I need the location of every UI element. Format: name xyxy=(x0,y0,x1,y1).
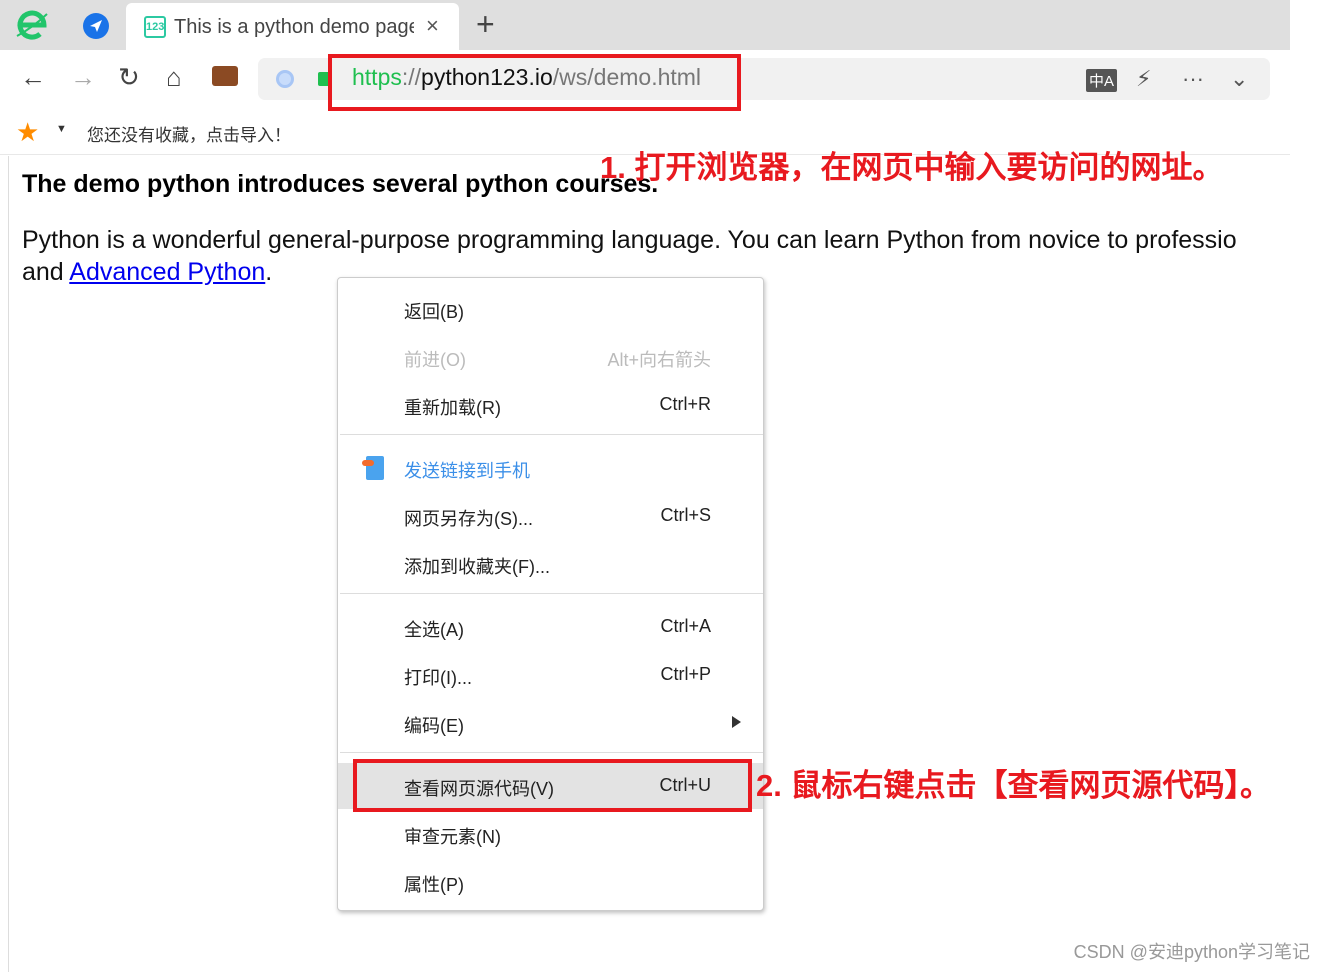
menu-label: 返回(B) xyxy=(404,302,464,322)
para-and: and xyxy=(22,258,70,286)
view-source-highlight-box xyxy=(353,759,752,812)
tab-favicon-icon: 123 xyxy=(144,16,166,38)
menu-separator xyxy=(340,434,763,435)
annotation-step1: 1. 打开浏览器，在网页中输入要访问的网址。 xyxy=(600,150,1224,185)
back-icon[interactable]: ← xyxy=(20,62,46,93)
annotation-step2: 2. 鼠标右键点击【查看网页源代码】。 xyxy=(756,768,1271,803)
reload-icon[interactable]: ↻ xyxy=(118,62,140,93)
menu-label: 网页另存为(S)... xyxy=(404,509,533,529)
menu-item-properties[interactable]: 属性(P) xyxy=(338,859,763,905)
para-end: . xyxy=(265,258,273,286)
menu-label: 重新加载(R) xyxy=(404,398,501,418)
menu-shortcut: Ctrl+P xyxy=(660,664,711,684)
tab-bar: 123 This is a python demo page × + xyxy=(0,0,1290,50)
send-to-phone-icon xyxy=(362,456,384,480)
menu-item-save-as[interactable]: 网页另存为(S)... Ctrl+S xyxy=(338,493,763,539)
home-icon[interactable]: ⌂ xyxy=(166,62,182,93)
menu-shortcut: Ctrl+R xyxy=(659,394,711,414)
menu-item-encoding[interactable]: 编码(E) xyxy=(338,700,763,746)
menu-item-print[interactable]: 打印(I)... Ctrl+P xyxy=(338,652,763,698)
lightning-icon[interactable]: ⚡ xyxy=(1136,66,1151,92)
star-icon[interactable]: ★ xyxy=(16,117,39,148)
menu-item-add-favorite[interactable]: 添加到收藏夹(F)... xyxy=(338,541,763,587)
browser-logo-icon[interactable] xyxy=(14,6,50,42)
security-shield-icon xyxy=(276,70,294,88)
sidebar-divider xyxy=(8,156,9,972)
new-tab-button[interactable]: + xyxy=(476,6,495,43)
para-text: Python is a wonderful general-purpose pr… xyxy=(22,226,1237,254)
tab-close-icon[interactable]: × xyxy=(426,13,439,39)
menu-item-inspect[interactable]: 审查元素(N) xyxy=(338,811,763,857)
menu-item-select-all[interactable]: 全选(A) Ctrl+A xyxy=(338,604,763,650)
page-heading: The demo python introduces several pytho… xyxy=(22,170,659,198)
menu-label: 全选(A) xyxy=(404,620,464,640)
menu-label: 添加到收藏夹(F)... xyxy=(404,557,550,577)
tab-active[interactable]: 123 This is a python demo page × xyxy=(126,3,459,50)
menu-label: 审查元素(N) xyxy=(404,827,501,847)
url-highlight-box xyxy=(328,54,741,111)
menu-label: 属性(P) xyxy=(404,875,464,895)
menu-separator xyxy=(340,752,763,753)
menu-shortcut: Ctrl+A xyxy=(660,616,711,636)
menu-item-forward: 前进(O) Alt+向右箭头 xyxy=(338,334,763,380)
translate-icon[interactable]: 中A xyxy=(1086,69,1118,92)
menu-item-back[interactable]: 返回(B) xyxy=(338,286,763,332)
menu-separator xyxy=(340,593,763,594)
menu-label: 编码(E) xyxy=(404,716,464,736)
dropdown-icon[interactable]: ▼ xyxy=(56,123,67,135)
bookmarks-import-prompt[interactable]: 您还没有收藏，点击导入！ xyxy=(87,121,291,146)
chevron-down-icon[interactable]: ⌄ xyxy=(1230,66,1248,92)
advanced-python-link[interactable]: Advanced Python xyxy=(69,258,265,286)
menu-label: 打印(I)... xyxy=(404,668,472,688)
menu-label: 前进(O) xyxy=(404,350,466,370)
menu-shortcut: Ctrl+S xyxy=(660,505,711,525)
navigation-icon[interactable] xyxy=(83,13,109,39)
forward-icon[interactable]: → xyxy=(70,62,96,93)
tab-title: This is a python demo page xyxy=(174,16,414,38)
context-menu: 返回(B) 前进(O) Alt+向右箭头 重新加载(R) Ctrl+R 发送链接到手… xyxy=(337,277,764,911)
briefcase-icon[interactable] xyxy=(212,66,238,86)
more-icon[interactable]: ··· xyxy=(1182,66,1204,92)
submenu-arrow-icon xyxy=(732,716,741,728)
menu-item-reload[interactable]: 重新加载(R) Ctrl+R xyxy=(338,382,763,428)
menu-item-send-to-phone[interactable]: 发送链接到手机 xyxy=(338,445,763,491)
menu-shortcut: Alt+向右箭头 xyxy=(607,350,711,370)
menu-label: 发送链接到手机 xyxy=(404,461,530,481)
watermark: CSDN @安迪python学习笔记 xyxy=(1073,942,1310,962)
